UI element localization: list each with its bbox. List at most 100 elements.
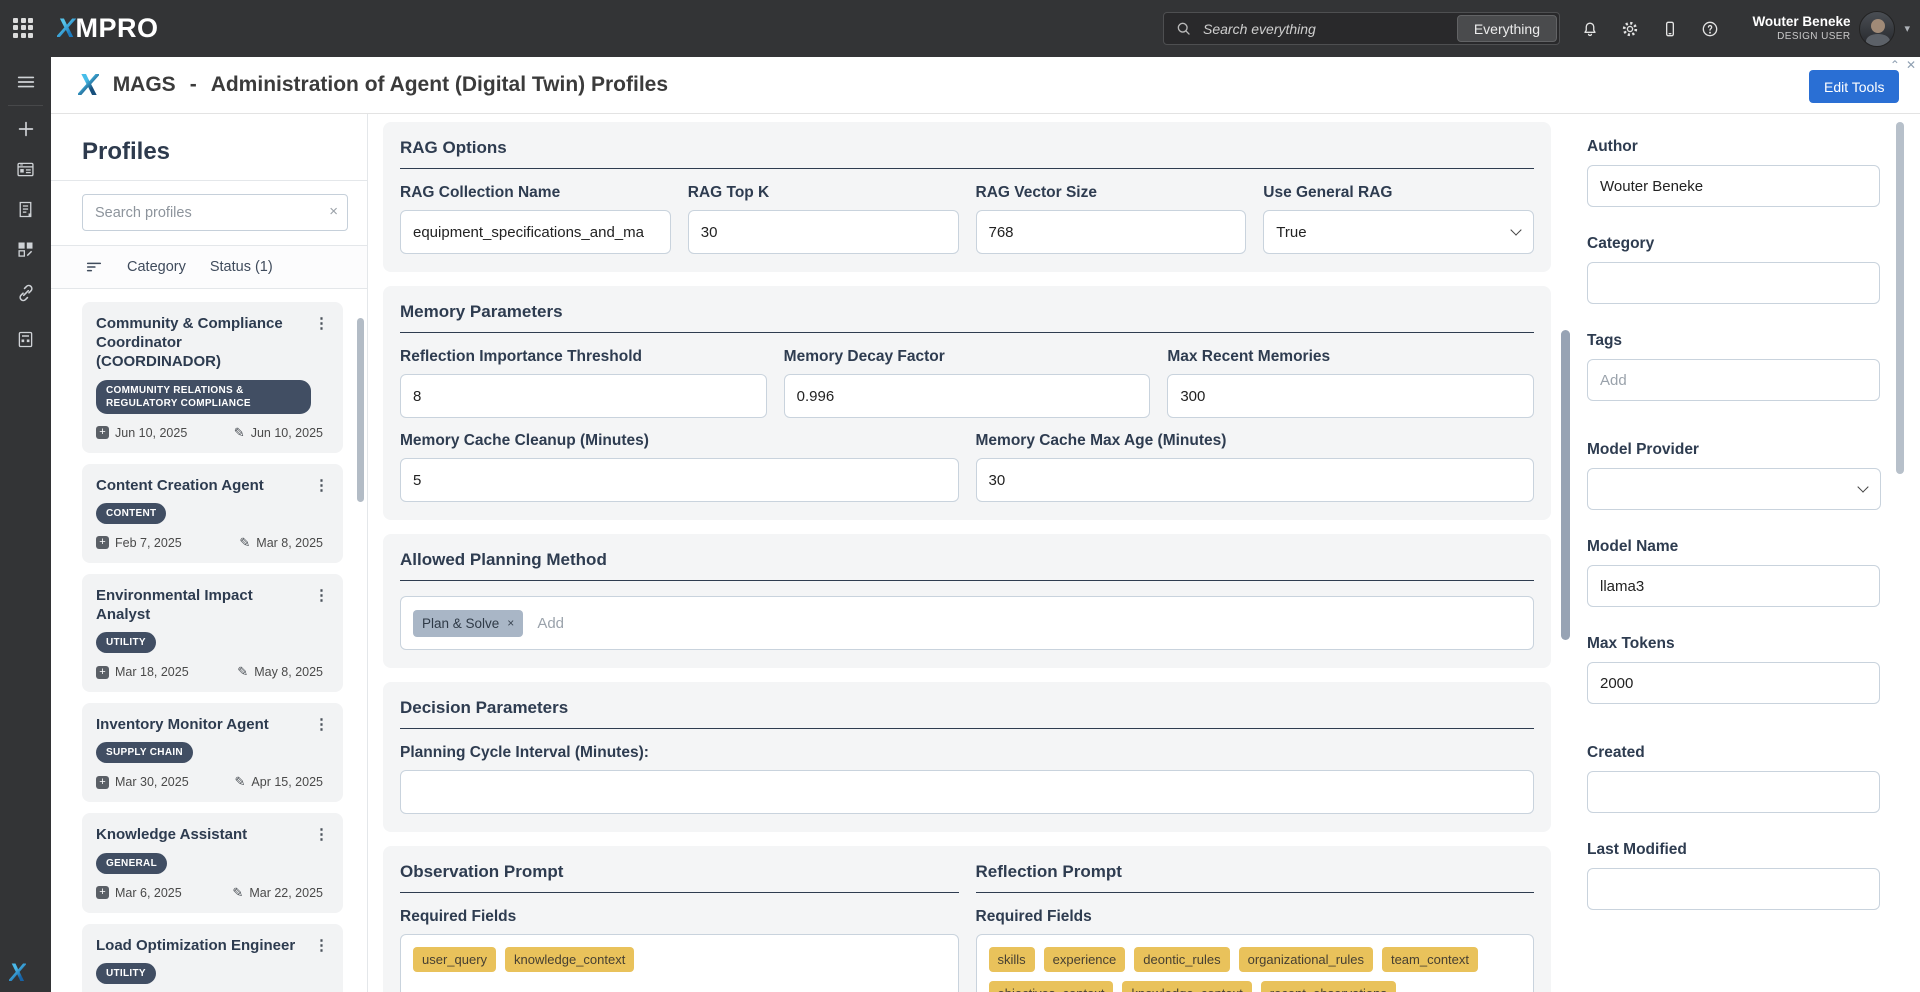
category-input[interactable] <box>1587 262 1880 304</box>
user-menu[interactable]: Wouter Beneke DESIGN USER ▾ <box>1752 0 1910 57</box>
rail-calculator-icon[interactable] <box>0 322 51 356</box>
required-field-tag[interactable]: knowledge_context <box>505 947 634 972</box>
profile-name: Environmental Impact Analyst <box>96 586 310 624</box>
section-divider <box>400 332 1534 333</box>
profiles-scrollbar-thumb[interactable] <box>357 318 364 502</box>
card-menu-kebab-icon[interactable]: ⋮ <box>310 936 333 955</box>
profiles-filter-bar: Category Status (1) <box>51 245 367 289</box>
user-role: DESIGN USER <box>1752 31 1850 43</box>
edit-tools-button[interactable]: Edit Tools <box>1809 70 1899 103</box>
profiles-search-input[interactable] <box>82 194 348 231</box>
mobile-device-icon[interactable] <box>1660 19 1680 39</box>
section-title: Decision Parameters <box>400 698 1534 718</box>
rag-top-k-input[interactable] <box>688 210 959 254</box>
required-field-tag[interactable]: recent_observations <box>1261 981 1396 992</box>
card-menu-kebab-icon[interactable]: ⋮ <box>310 314 333 372</box>
rail-forms-icon[interactable] <box>0 192 51 226</box>
clear-search-icon[interactable]: × <box>329 203 338 220</box>
use-general-rag-select[interactable]: True <box>1263 210 1534 254</box>
max-recent-memories-input[interactable] <box>1167 374 1534 418</box>
profile-card-inventory-monitor-agent[interactable]: Inventory Monitor Agent ⋮ SUPPLY CHAIN +… <box>82 703 343 802</box>
filter-category[interactable]: Category <box>127 259 186 275</box>
user-name: Wouter Beneke <box>1752 14 1850 30</box>
rail-blocks-icon[interactable] <box>0 232 51 266</box>
settings-gear-icon[interactable] <box>1620 19 1640 39</box>
planning-method-tag-input[interactable]: Plan & Solve × Add <box>400 596 1534 650</box>
created-icon: + <box>96 666 109 679</box>
profile-card-environmental-impact-analyst[interactable]: Environmental Impact Analyst ⋮ UTILITY +… <box>82 574 343 692</box>
field-use-general-rag: Use General RAG True <box>1263 184 1534 254</box>
observation-prompt-column: Observation Prompt Required Fields user_… <box>400 862 959 992</box>
rail-divider <box>8 105 43 106</box>
global-search-input[interactable] <box>1201 20 1457 38</box>
help-icon[interactable] <box>1700 19 1720 39</box>
profile-name: Load Optimization Engineer <box>96 936 295 955</box>
user-info: Wouter Beneke DESIGN USER <box>1752 14 1850 42</box>
page-title: MAGS - Administration of Agent (Digital … <box>113 73 668 97</box>
user-caret-down-icon[interactable]: ▾ <box>1904 22 1910 35</box>
collapse-chevron-up-icon[interactable]: ⌃ <box>1890 58 1900 72</box>
xmpro-logo[interactable]: XMPRO <box>57 13 159 44</box>
page-title-text: Administration of Agent (Digital Twin) P… <box>211 73 668 97</box>
reflection-importance-threshold-input[interactable] <box>400 374 767 418</box>
notifications-bell-icon[interactable] <box>1580 19 1600 39</box>
required-field-tag[interactable]: organizational_rules <box>1239 947 1373 972</box>
section-prompts: Observation Prompt Required Fields user_… <box>383 846 1551 992</box>
model-name-input[interactable] <box>1587 565 1880 607</box>
memory-decay-factor-input[interactable] <box>784 374 1151 418</box>
top-bar: XMPRO Everything Wouter Ben <box>0 0 1920 57</box>
field-planning-cycle-interval: Planning Cycle Interval (Minutes): <box>400 744 1534 814</box>
card-menu-kebab-icon[interactable]: ⋮ <box>310 476 333 495</box>
rag-vector-size-input[interactable] <box>976 210 1247 254</box>
author-input[interactable] <box>1587 165 1880 207</box>
last-modified-input[interactable] <box>1587 868 1880 910</box>
main-scrollbar-thumb[interactable] <box>1561 330 1570 640</box>
card-menu-kebab-icon[interactable]: ⋮ <box>310 586 333 624</box>
model-provider-select[interactable] <box>1587 468 1881 510</box>
required-field-tag[interactable]: objectives_context <box>989 981 1114 992</box>
profile-card-load-optimization-engineer[interactable]: Load Optimization Engineer ⋮ UTILITY +Ma… <box>82 924 343 992</box>
edit-icon: ✎ <box>234 425 245 441</box>
xmpro-x-footer-logo: X <box>9 959 26 988</box>
search-scope-button[interactable]: Everything <box>1457 15 1557 42</box>
profile-name: Content Creation Agent <box>96 476 264 495</box>
app-launcher-icon[interactable] <box>13 18 35 40</box>
memory-cache-cleanup-input[interactable] <box>400 458 959 502</box>
required-field-tag[interactable]: deontic_rules <box>1134 947 1229 972</box>
created-icon: + <box>96 886 109 899</box>
card-menu-kebab-icon[interactable]: ⋮ <box>310 825 333 844</box>
required-field-tag[interactable]: team_context <box>1382 947 1478 972</box>
required-field-tag[interactable]: skills <box>989 947 1035 972</box>
memory-cache-max-age-input[interactable] <box>976 458 1535 502</box>
observation-required-fields-box[interactable]: user_query knowledge_context <box>400 934 959 992</box>
profile-card-community-compliance-coordinator[interactable]: Community & Compliance Coordinator (COOR… <box>82 302 343 453</box>
top-bar-icons <box>1580 0 1720 57</box>
tags-input[interactable] <box>1587 359 1880 401</box>
section-divider <box>976 892 1535 893</box>
required-field-tag[interactable]: experience <box>1044 947 1126 972</box>
category-badge: CONTENT <box>96 503 166 524</box>
filter-icon[interactable] <box>85 258 103 276</box>
page-scrollbar-thumb[interactable] <box>1896 122 1904 474</box>
max-tokens-input[interactable] <box>1587 662 1880 704</box>
required-field-tag[interactable]: knowledge_context <box>1122 981 1251 992</box>
rail-link-icon[interactable] <box>0 276 51 310</box>
avatar[interactable] <box>1859 11 1895 47</box>
profile-card-content-creation-agent[interactable]: Content Creation Agent ⋮ CONTENT +Feb 7,… <box>82 464 343 563</box>
category-badge: GENERAL <box>96 853 167 874</box>
planning-method-chip: Plan & Solve × <box>413 610 523 637</box>
created-input[interactable] <box>1587 771 1880 813</box>
sidebar-toggle-hamburger-icon[interactable] <box>0 65 51 99</box>
card-menu-kebab-icon[interactable]: ⋮ <box>310 715 333 734</box>
profile-card-knowledge-assistant[interactable]: Knowledge Assistant ⋮ GENERAL +Mar 6, 20… <box>82 813 343 912</box>
rag-collection-name-input[interactable] <box>400 210 671 254</box>
reflection-required-fields-box[interactable]: skills experience deontic_rules organiza… <box>976 934 1535 992</box>
required-field-tag[interactable]: user_query <box>413 947 496 972</box>
close-icon[interactable]: ✕ <box>1906 58 1916 72</box>
rail-pages-icon[interactable] <box>0 152 51 186</box>
remove-chip-icon[interactable]: × <box>507 616 514 630</box>
planning-cycle-interval-input[interactable] <box>400 770 1534 814</box>
rail-new-item-plus-icon[interactable] <box>0 112 51 146</box>
modified-date: ✎Apr 15, 2025 <box>235 774 324 790</box>
filter-status[interactable]: Status (1) <box>210 259 273 275</box>
